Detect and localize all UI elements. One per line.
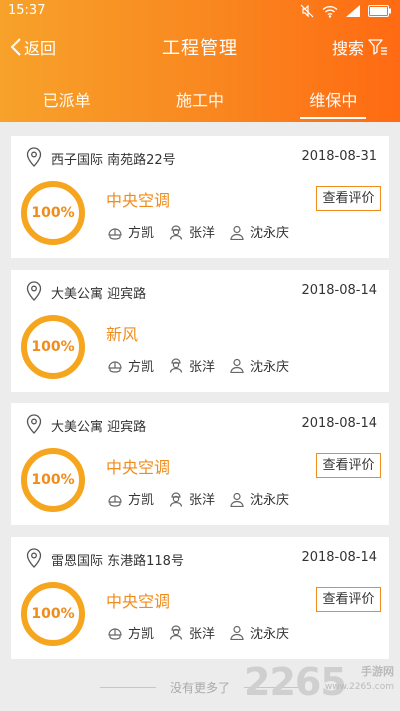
hardhat-icon xyxy=(108,494,122,507)
staff-name: 方凯 xyxy=(128,226,155,241)
project-type: 中央空调 xyxy=(106,458,171,477)
location-pin-icon xyxy=(26,280,42,301)
view-review-button[interactable]: 查看评价 xyxy=(316,186,381,211)
staff-engineer: 方凯 xyxy=(107,222,154,241)
view-review-button[interactable]: 查看评价 xyxy=(316,586,381,612)
project-date: 2018-08-31 xyxy=(301,149,377,164)
location-pin-icon xyxy=(26,414,42,434)
staff-name: 沈永庆 xyxy=(250,626,290,642)
back-label: 返回 xyxy=(24,39,57,58)
worker-icon xyxy=(169,358,183,373)
staff-supervisor: 沈永庆 xyxy=(229,623,289,642)
user-icon xyxy=(230,492,244,507)
staff-name: 张洋 xyxy=(189,226,216,241)
project-date: 2018-08-14 xyxy=(301,416,377,431)
location-pin-icon xyxy=(26,147,42,167)
staff-name: 张洋 xyxy=(189,359,216,375)
watermark-suffix: 手游网 xyxy=(361,665,394,678)
staff-supervisor: 沈永庆 xyxy=(229,356,289,375)
project-card[interactable]: 西子国际 南苑路22号 2018-08-31 100% 中央空调 查看评价 方凯 xyxy=(11,136,389,258)
project-date: 2018-08-14 xyxy=(301,549,377,565)
project-address: 雷恩国际 东港路118号 xyxy=(51,553,184,569)
watermark-url: www.2265.com xyxy=(324,682,394,692)
staff-list: 方凯 张洋 沈永庆 xyxy=(107,356,303,375)
nav-bar: 返回 工程管理 搜索 xyxy=(0,26,400,66)
project-address: 大美公寓 迎宾路 xyxy=(51,420,147,435)
project-list: 西子国际 南苑路22号 2018-08-31 100% 中央空调 查看评价 方凯 xyxy=(11,136,389,670)
worker-icon xyxy=(169,491,183,507)
hardhat-icon xyxy=(108,628,122,640)
project-card[interactable]: 大美公寓 迎宾路 2018-08-14 100% 新风 方凯 张洋 沈永庆 xyxy=(11,269,389,392)
staff-worker: 张洋 xyxy=(168,356,215,375)
filter-icon xyxy=(368,39,387,55)
staff-supervisor: 沈永庆 xyxy=(229,222,289,241)
staff-name: 沈永庆 xyxy=(250,226,290,241)
staff-engineer: 方凯 xyxy=(107,623,154,642)
search-button[interactable]: 搜索 xyxy=(332,35,388,59)
project-type: 中央空调 xyxy=(106,591,171,611)
staff-name: 沈永庆 xyxy=(250,493,290,508)
staff-name: 方凯 xyxy=(128,493,155,508)
tab-maintenance[interactable]: 维保中 xyxy=(267,78,400,122)
progress-ring: 100% xyxy=(21,314,85,379)
staff-name: 方凯 xyxy=(128,359,155,375)
staff-engineer: 方凯 xyxy=(107,356,154,375)
staff-supervisor: 沈永庆 xyxy=(229,489,289,508)
staff-list: 方凯 张洋 沈永庆 xyxy=(107,222,303,241)
tab-bar: 已派单 施工中 维保中 xyxy=(0,78,400,122)
hardhat-icon xyxy=(108,361,122,373)
staff-name: 张洋 xyxy=(189,493,216,508)
worker-icon xyxy=(169,224,183,240)
staff-list: 方凯 张洋 沈永庆 xyxy=(107,489,303,508)
progress-value: 100% xyxy=(31,472,75,488)
project-address: 西子国际 南苑路22号 xyxy=(51,153,176,168)
staff-worker: 张洋 xyxy=(168,489,215,508)
staff-worker: 张洋 xyxy=(168,623,215,642)
user-icon xyxy=(230,358,244,373)
battery-icon xyxy=(368,5,391,17)
mute-icon xyxy=(300,4,314,18)
worker-icon xyxy=(169,625,183,640)
user-icon xyxy=(230,625,244,640)
search-label: 搜索 xyxy=(331,39,364,58)
progress-value: 100% xyxy=(31,205,75,221)
app-header: 15:37 返回 工程管理 搜索 已派单 施工中 维保中 xyxy=(0,0,400,122)
user-icon xyxy=(230,225,244,240)
staff-list: 方凯 张洋 沈永庆 xyxy=(107,623,303,642)
wifi-icon xyxy=(322,5,338,18)
progress-ring: 100% xyxy=(21,181,85,245)
location-pin-icon xyxy=(26,547,42,568)
project-card[interactable]: 大美公寓 迎宾路 2018-08-14 100% 中央空调 查看评价 方凯 张洋 xyxy=(11,403,389,525)
staff-name: 张洋 xyxy=(189,626,216,642)
progress-value: 100% xyxy=(31,338,75,355)
status-icons xyxy=(300,4,392,18)
status-bar: 15:37 xyxy=(0,0,400,22)
progress-ring: 100% xyxy=(21,581,85,646)
project-type: 新风 xyxy=(106,324,139,344)
progress-ring: 100% xyxy=(21,448,85,512)
tab-in-construction[interactable]: 施工中 xyxy=(133,78,266,122)
project-card[interactable]: 雷恩国际 东港路118号 2018-08-14 100% 中央空调 查看评价 方… xyxy=(11,536,389,659)
status-time: 15:37 xyxy=(8,3,46,18)
view-review-button[interactable]: 查看评价 xyxy=(316,453,381,478)
progress-value: 100% xyxy=(31,605,75,622)
back-button[interactable]: 返回 xyxy=(10,35,56,59)
staff-name: 沈永庆 xyxy=(250,359,290,375)
hardhat-icon xyxy=(108,227,122,240)
project-date: 2018-08-14 xyxy=(301,282,377,298)
staff-name: 方凯 xyxy=(128,626,155,642)
project-type: 中央空调 xyxy=(106,191,171,210)
tab-dispatched[interactable]: 已派单 xyxy=(0,78,133,122)
staff-engineer: 方凯 xyxy=(107,489,154,508)
chevron-left-icon xyxy=(10,38,21,56)
signal-icon xyxy=(346,5,360,17)
project-address: 大美公寓 迎宾路 xyxy=(51,286,147,302)
watermark-logo: 2265 手游网 www.2265.com xyxy=(244,660,394,706)
staff-worker: 张洋 xyxy=(168,222,215,241)
